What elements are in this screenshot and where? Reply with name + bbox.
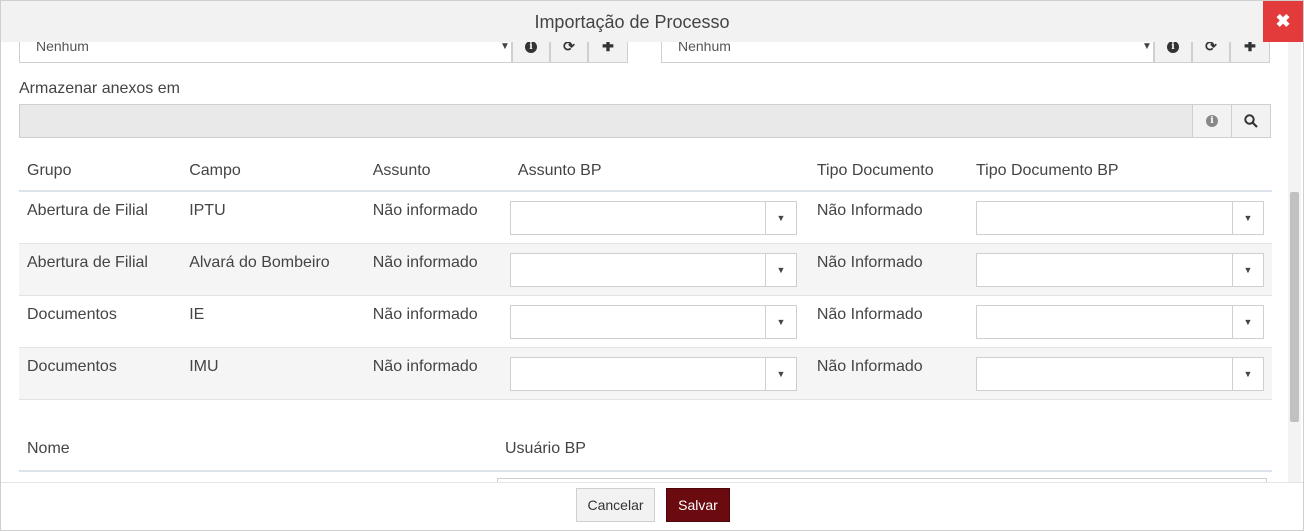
plus-icon: ✚ [1244,42,1256,54]
header-usuario-bp: Usuário BP [497,428,1272,472]
left-refresh-button[interactable]: ⟳ [550,42,588,63]
left-select[interactable]: Nenhum ▼ [19,42,512,63]
cell-assunto: Não informado [364,191,510,244]
chevron-down-icon: ▼ [1142,42,1152,52]
assunto-bp-dropdown[interactable]: ▼ [509,305,797,339]
table-row: Documentos IMU Não informado ▼ Não Infor… [19,347,1272,400]
caret-down-icon[interactable]: ▼ [764,358,796,390]
assunto-bp-dropdown[interactable]: ▼ [509,253,797,287]
caret-down-icon[interactable]: ▼ [1232,358,1263,390]
caret-down-icon[interactable]: ▼ [764,306,796,338]
dialog-body: Nenhum ▼ i ⟳ ✚ Nenhum ▼ i ⟳ ✚ Armazenar … [1,42,1288,482]
dialog-header: Importação de Processo ✖ [1,1,1303,42]
tipo-documento-bp-dropdown[interactable]: ▼ [976,305,1264,339]
refresh-icon: ⟳ [563,42,575,54]
right-info-button[interactable]: i [1154,42,1192,63]
caret-down-icon[interactable]: ▼ [1232,306,1263,338]
cell-assunto: Não informado [364,243,510,296]
caret-down-icon[interactable]: ▼ [1232,202,1263,234]
table-row: Documentos IE Não informado ▼ Não Inform… [19,295,1272,348]
header-tipo-documento-bp: Tipo Documento BP [968,151,1272,192]
scrollbar-thumb[interactable] [1290,192,1299,422]
search-icon [1244,114,1258,128]
dialog-title: Importação de Processo [534,12,730,32]
right-refresh-button[interactable]: ⟳ [1192,42,1230,63]
header-tipo-documento: Tipo Documento [808,151,968,192]
save-button[interactable]: Salvar [666,488,730,522]
table-row: Abertura de Filial IPTU Não informado ▼ … [19,191,1272,244]
table-row: Abertura de Filial Alvará do Bombeiro Nã… [19,243,1272,296]
header-campo: Campo [181,151,365,192]
cell-assunto: Não informado [364,347,510,400]
caret-down-icon[interactable]: ▼ [764,254,796,286]
mapping-table: Grupo Campo Assunto Assunto BP Tipo Docu… [19,151,1272,400]
cell-grupo: Documentos [19,347,182,400]
right-add-button[interactable]: ✚ [1230,42,1270,63]
users-table: Nome Usuário BP [19,428,1272,472]
attachments-info-button[interactable]: i [1192,104,1232,138]
info-icon: i [1167,42,1179,54]
cell-grupo: Abertura de Filial [19,191,182,244]
header-assunto-bp: Assunto BP [509,151,809,192]
cell-tipo-documento: Não Informado [808,191,968,244]
cell-campo: IE [181,295,365,348]
attachments-search-button[interactable] [1231,104,1271,138]
cell-campo: Alvará do Bombeiro [181,243,365,296]
import-process-dialog: Importação de Processo ✖ Nenhum ▼ i ⟳ ✚ … [0,0,1304,531]
scrollbar[interactable] [1288,42,1301,482]
header-assunto: Assunto [364,151,510,192]
cell-grupo: Abertura de Filial [19,243,182,296]
tipo-documento-bp-dropdown[interactable]: ▼ [976,253,1264,287]
tipo-documento-bp-dropdown[interactable]: ▼ [976,201,1264,235]
assunto-bp-dropdown[interactable]: ▼ [509,201,797,235]
header-nome: Nome [19,428,497,472]
close-icon: ✖ [1275,11,1291,31]
close-button[interactable]: ✖ [1263,1,1303,42]
cell-tipo-documento: Não Informado [808,243,968,296]
header-grupo: Grupo [19,151,182,192]
chevron-down-icon: ▼ [500,42,510,52]
info-icon: i [1206,114,1218,127]
left-add-button[interactable]: ✚ [588,42,628,63]
attachments-field[interactable] [19,104,1193,138]
cell-campo: IPTU [181,191,365,244]
left-info-button[interactable]: i [512,42,550,63]
dialog-footer: Cancelar Salvar [1,482,1303,530]
right-select[interactable]: Nenhum ▼ [661,42,1154,63]
caret-down-icon[interactable]: ▼ [764,202,796,234]
right-select-value: Nenhum [678,42,731,54]
cancel-button[interactable]: Cancelar [576,488,655,522]
info-icon: i [525,42,537,54]
cell-grupo: Documentos [19,295,182,348]
left-select-value: Nenhum [36,42,89,54]
attachments-label: Armazenar anexos em [19,80,180,97]
refresh-icon: ⟳ [1205,42,1217,54]
cell-tipo-documento: Não Informado [808,347,968,400]
cell-campo: IMU [181,347,365,400]
cell-tipo-documento: Não Informado [808,295,968,348]
tipo-documento-bp-dropdown[interactable]: ▼ [976,357,1264,391]
cell-assunto: Não informado [364,295,510,348]
assunto-bp-dropdown[interactable]: ▼ [509,357,797,391]
plus-icon: ✚ [602,42,614,54]
caret-down-icon[interactable]: ▼ [1232,254,1263,286]
